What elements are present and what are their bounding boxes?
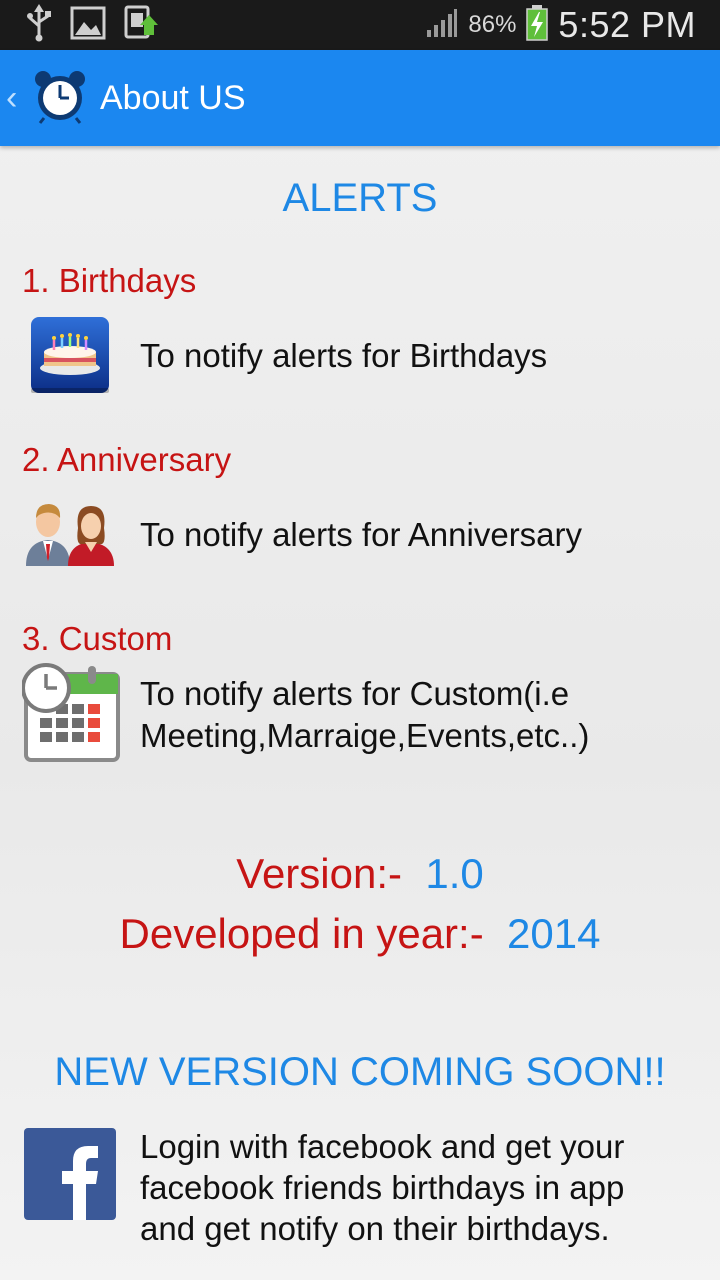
birthday-cake-icon	[30, 316, 110, 399]
alert-text-anniversary: To notify alerts for Anniversary	[140, 516, 583, 553]
facebook-text-line2: facebook friends birthdays in app	[140, 1169, 625, 1206]
status-bar: 86% 5:52 PM	[0, 0, 720, 50]
battery-percent: 86%	[468, 11, 517, 38]
version-label: Version:-	[236, 850, 402, 897]
alert-text-custom-line2: Meeting,Marraige,Events,etc..)	[140, 717, 590, 754]
battery-charging-icon	[526, 4, 549, 46]
alert-title-anniversary: 2. Anniversary	[22, 441, 232, 478]
developed-value: 2014	[507, 910, 601, 957]
alert-text-custom-line1: To notify alerts for Custom(i.e	[140, 675, 570, 712]
page-title: About US	[100, 78, 246, 117]
facebook-text-line1: Login with facebook and get your	[140, 1128, 625, 1165]
alert-text-birthdays: To notify alerts for Birthdays	[140, 337, 548, 374]
alarm-clock-icon[interactable]	[32, 68, 88, 129]
coming-soon-heading: NEW VERSION COMING SOON!!	[54, 1050, 666, 1094]
facebook-icon[interactable]	[24, 1128, 116, 1225]
alert-title-birthdays: 1. Birthdays	[22, 262, 197, 299]
usb-icon	[26, 3, 52, 47]
developed-label: Developed in year:-	[119, 910, 484, 957]
version-value: 1.0	[425, 850, 484, 897]
developed-year-line: Developed in year:- 2014	[0, 910, 720, 958]
app-bar: ‹ About US	[0, 50, 720, 146]
facebook-description: Login with facebook and get your faceboo…	[140, 1126, 624, 1249]
alert-title-custom: 3. Custom	[22, 620, 173, 657]
couple-icon	[24, 498, 116, 573]
calendar-clock-icon	[21, 662, 120, 767]
back-chevron-icon[interactable]: ‹	[6, 79, 28, 118]
signal-icon	[426, 8, 458, 43]
alert-text-custom: To notify alerts for Custom(i.e Meeting,…	[140, 673, 589, 757]
clock-time: 5:52 PM	[558, 4, 696, 45]
screenshot-icon	[124, 5, 160, 46]
version-line: Version:- 1.0	[0, 850, 720, 898]
facebook-text-line3: and get notify on their birthdays.	[140, 1210, 610, 1247]
section-title: ALERTS	[282, 176, 438, 220]
image-icon	[70, 6, 106, 45]
